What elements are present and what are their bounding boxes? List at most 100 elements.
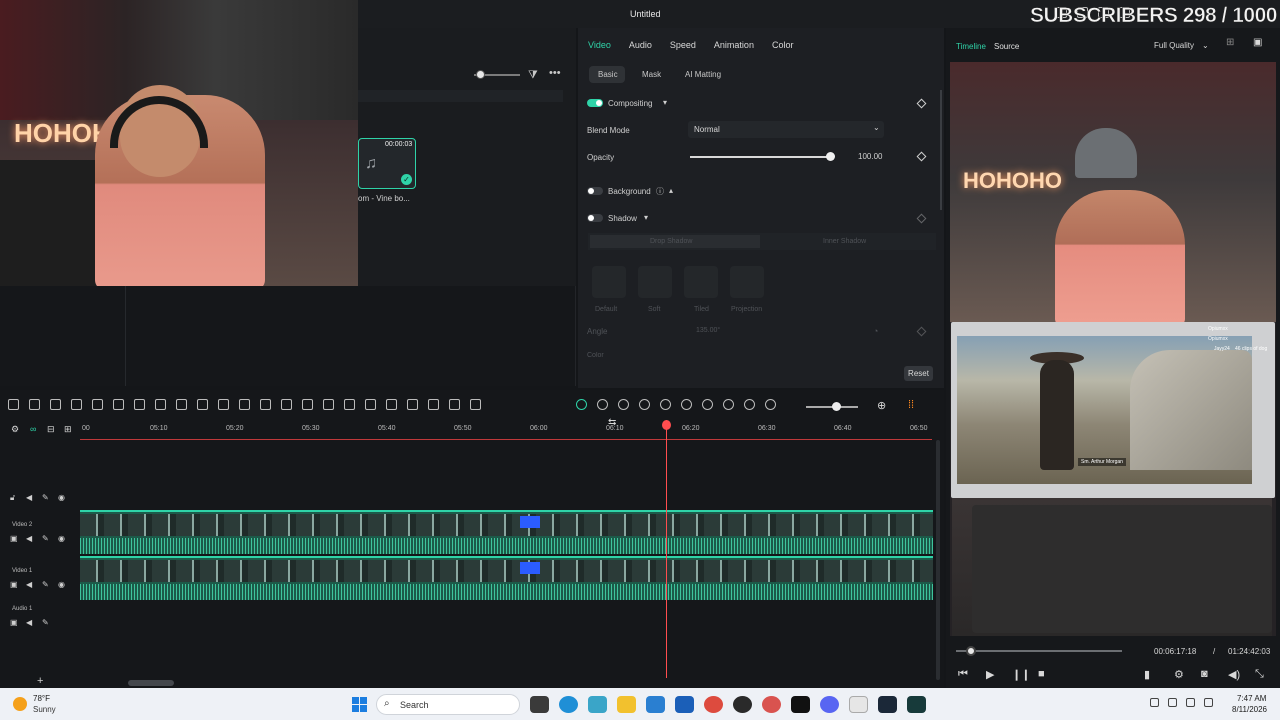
adjust-icon[interactable] xyxy=(323,399,334,410)
opacity-slider-knob[interactable] xyxy=(826,152,835,161)
outlook-icon[interactable] xyxy=(646,696,665,713)
edit-icon[interactable]: ✎ xyxy=(42,534,49,543)
chevron-up-icon[interactable]: ▴ xyxy=(669,186,673,195)
delete-icon[interactable] xyxy=(92,399,103,410)
expand-icon[interactable] xyxy=(365,399,376,410)
text-icon[interactable] xyxy=(155,399,166,410)
windows-start-icon[interactable] xyxy=(352,697,367,712)
link-icon[interactable]: ∞ xyxy=(30,424,36,434)
scene-icon[interactable] xyxy=(618,399,629,410)
weather-desc[interactable]: Sunny xyxy=(33,705,56,714)
mixer-icon[interactable] xyxy=(723,399,734,410)
caption-icon[interactable] xyxy=(744,399,755,410)
marker-icon[interactable]: ▮ xyxy=(1144,668,1150,681)
timeline-vertical-scrollbar[interactable] xyxy=(936,440,940,680)
undo-icon[interactable] xyxy=(50,399,61,410)
shield-icon[interactable] xyxy=(681,399,692,410)
volume-icon[interactable]: ◀) xyxy=(1228,668,1240,681)
select-icon[interactable] xyxy=(29,399,40,410)
prev-frame-icon[interactable]: ⏮ xyxy=(958,668,968,681)
steam-icon[interactable] xyxy=(878,696,897,713)
eye-icon[interactable]: ◉ xyxy=(58,534,65,543)
grid-icon[interactable]: ⊞ xyxy=(1226,37,1234,48)
chevron-down-icon[interactable]: ⌄ xyxy=(1202,41,1209,50)
mask-icon[interactable] xyxy=(449,399,460,410)
chrome-icon[interactable] xyxy=(762,696,781,713)
tab-video[interactable]: Video xyxy=(588,40,611,50)
opacity-value[interactable]: 100.00 xyxy=(858,152,882,161)
effect-icon[interactable] xyxy=(302,399,313,410)
timeline-ruler[interactable]: 00 05:10 05:20 05:30 05:40 05:50 06:00 0… xyxy=(80,420,932,440)
taskbar-search[interactable] xyxy=(376,694,520,715)
shadow-preset[interactable] xyxy=(730,266,764,298)
sun-icon[interactable] xyxy=(13,697,27,711)
zoom-in-icon[interactable]: ⊕ xyxy=(877,399,886,412)
audio-track-1[interactable] xyxy=(80,606,933,632)
edit-icon[interactable]: ✎ xyxy=(42,580,49,589)
tab-speed[interactable]: Speed xyxy=(670,40,696,50)
playhead-handle[interactable] xyxy=(662,420,671,430)
app-icon[interactable] xyxy=(733,696,752,713)
eye-icon[interactable]: ◉ xyxy=(58,493,65,502)
clip-marker[interactable] xyxy=(520,516,540,528)
shadow-preset[interactable] xyxy=(592,266,626,298)
chevron-down-icon[interactable]: ▾ xyxy=(663,98,667,107)
chevron-up-icon[interactable] xyxy=(1150,698,1159,707)
camera-icon[interactable]: ◙ xyxy=(1201,668,1208,680)
zoom-icon[interactable] xyxy=(197,399,208,410)
store-icon[interactable] xyxy=(675,696,694,713)
tab-drop-shadow[interactable]: Drop Shadow xyxy=(650,238,692,245)
color-icon[interactable] xyxy=(344,399,355,410)
edit-icon[interactable]: ✎ xyxy=(42,618,49,627)
copilot-icon[interactable] xyxy=(588,696,607,713)
image-icon[interactable] xyxy=(639,399,650,410)
thumbnail-zoom-knob[interactable] xyxy=(476,70,485,79)
mute-icon[interactable]: ◀ xyxy=(26,534,32,543)
angle-dial-icon[interactable]: ◔ xyxy=(873,326,878,336)
preview-progress-knob[interactable] xyxy=(966,646,976,656)
snap-icon[interactable] xyxy=(470,399,481,410)
tab-timeline[interactable]: Timeline xyxy=(956,42,986,51)
mute-icon[interactable]: ◀ xyxy=(26,493,32,502)
mute-icon[interactable]: ◀ xyxy=(26,580,32,589)
timer-icon[interactable] xyxy=(218,399,229,410)
chrome-icon[interactable] xyxy=(704,696,723,713)
split-icon[interactable] xyxy=(113,399,124,410)
settings-icon[interactable]: ⚙ xyxy=(11,424,19,435)
tab-animation[interactable]: Animation xyxy=(714,40,754,50)
discord-icon[interactable] xyxy=(820,696,839,713)
stop-icon[interactable]: ■ xyxy=(1038,668,1045,680)
timeline-zoom-knob[interactable] xyxy=(832,402,841,411)
more-icon[interactable]: ••• xyxy=(549,67,561,79)
app-icon[interactable] xyxy=(849,696,868,713)
shadow-preset[interactable] xyxy=(684,266,718,298)
preview-progress-bar[interactable] xyxy=(956,650,1122,652)
shadow-preset[interactable] xyxy=(638,266,672,298)
clock-time[interactable]: 7:47 AM xyxy=(1237,694,1266,703)
help-icon[interactable]: ⓘ xyxy=(656,186,664,197)
lock-icon[interactable]: ▣ xyxy=(10,580,18,589)
crop-icon[interactable] xyxy=(134,399,145,410)
fullscreen-icon[interactable]: ⤡ xyxy=(1255,668,1264,681)
split-scene-icon[interactable] xyxy=(407,399,418,410)
lock-icon[interactable]: ▣ xyxy=(10,618,18,627)
playhead[interactable] xyxy=(666,420,667,678)
compositing-toggle[interactable] xyxy=(587,99,603,107)
clip-marker[interactable] xyxy=(520,562,540,574)
keyframe-tool-icon[interactable] xyxy=(260,399,271,410)
tab-inner-shadow[interactable]: Inner Shadow xyxy=(823,238,866,245)
translate-icon[interactable] xyxy=(428,399,439,410)
timeline-horizontal-scrollbar[interactable] xyxy=(128,680,174,686)
video-track-2[interactable] xyxy=(80,510,933,554)
weather-temp[interactable]: 78°F xyxy=(33,694,50,703)
reset-button[interactable]: Reset xyxy=(904,366,933,381)
terminal-icon[interactable] xyxy=(791,696,810,713)
play-icon[interactable]: ▶ xyxy=(986,668,994,681)
freeze-icon[interactable] xyxy=(386,399,397,410)
eye-icon[interactable]: ◉ xyxy=(58,580,65,589)
gear-icon[interactable]: ⚙ xyxy=(1174,668,1184,681)
angle-value[interactable]: 135.00° xyxy=(696,327,720,334)
add-track-icon[interactable]: ⊞ xyxy=(64,424,72,435)
clock-date[interactable]: 8/11/2026 xyxy=(1232,705,1267,714)
zoom-out-icon[interactable] xyxy=(765,399,776,410)
